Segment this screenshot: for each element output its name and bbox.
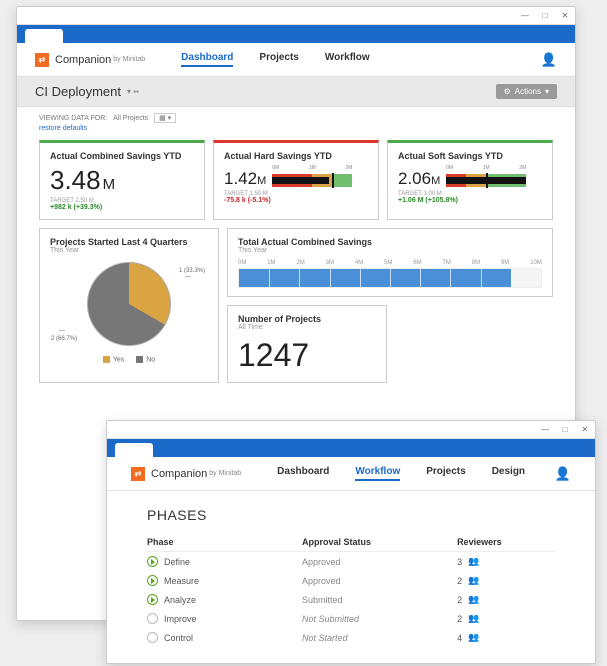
brand-byline: by Minitab bbox=[113, 56, 145, 63]
circle-icon bbox=[147, 632, 158, 643]
total-savings-bar bbox=[238, 268, 542, 288]
reset-filters-link[interactable]: restore defaults bbox=[39, 125, 553, 132]
minimize-icon[interactable]: — bbox=[519, 10, 531, 22]
window-titlebar: — □ ✕ bbox=[107, 421, 595, 439]
close-icon[interactable]: ✕ bbox=[559, 10, 571, 22]
play-icon bbox=[147, 594, 158, 605]
window-titlebar: — □ ✕ bbox=[17, 7, 575, 25]
user-icon[interactable]: 👤 bbox=[541, 52, 557, 68]
brand-byline: by Minitab bbox=[209, 470, 241, 477]
app-header: ⇄ Companion by Minitab Dashboard Workflo… bbox=[107, 457, 595, 491]
phase-name: Control bbox=[164, 633, 193, 643]
reviewer-count: 2 bbox=[457, 576, 462, 586]
circle-icon bbox=[147, 613, 158, 624]
kpi-soft-savings: Actual Soft Savings YTD 2.06M 0M1M2M TAR… bbox=[387, 140, 553, 220]
browser-tabbar bbox=[17, 25, 575, 43]
phase-row[interactable]: Analyze Submitted2 👥 bbox=[147, 590, 555, 609]
phase-name: Define bbox=[164, 557, 190, 567]
nav-dashboard[interactable]: Dashboard bbox=[181, 52, 233, 67]
filter-bar: VIEWING DATA FOR: All Projects ▦ ▾ resto… bbox=[17, 107, 575, 138]
approval-status: Approved bbox=[302, 557, 457, 567]
play-icon bbox=[147, 575, 158, 586]
bar-axis-ticks: 0M1M2M3M4M5M6M7M8M9M10M bbox=[238, 260, 542, 266]
chevron-down-icon: ▾ bbox=[545, 87, 549, 96]
actions-button[interactable]: ⚙ Actions ▾ bbox=[496, 84, 557, 99]
minimize-icon[interactable]: — bbox=[539, 424, 551, 436]
approval-status: Approved bbox=[302, 576, 457, 586]
pie-chart bbox=[87, 262, 171, 346]
project-count: 1247 bbox=[238, 337, 376, 374]
people-icon: 👥 bbox=[468, 632, 479, 643]
browser-tab[interactable] bbox=[115, 443, 153, 457]
workflow-body: PHASES Phase Approval Status Reviewers D… bbox=[107, 491, 595, 663]
primary-nav: Dashboard Projects Workflow bbox=[181, 52, 370, 67]
people-icon: 👥 bbox=[468, 613, 479, 624]
maximize-icon[interactable]: □ bbox=[539, 10, 551, 22]
phase-row[interactable]: Define Approved3 👥 bbox=[147, 552, 555, 571]
app-header: ⇄ Companion by Minitab Dashboard Project… bbox=[17, 43, 575, 77]
phase-row[interactable]: Control Not Started4 👥 bbox=[147, 628, 555, 647]
brand-logo-icon: ⇄ bbox=[35, 53, 49, 67]
total-savings-panel: Total Actual Combined Savings This Year … bbox=[227, 228, 553, 297]
maximize-icon[interactable]: □ bbox=[559, 424, 571, 436]
approval-status: Not Submitted bbox=[302, 614, 457, 624]
nav-workflow[interactable]: Workflow bbox=[325, 52, 370, 67]
kpi-hard-savings: Actual Hard Savings YTD 1.42M 0M1M2M TAR… bbox=[213, 140, 379, 220]
brand-logo-icon: ⇄ bbox=[131, 467, 145, 481]
reviewer-count: 2 bbox=[457, 614, 462, 624]
bullet-chart-hard bbox=[272, 174, 352, 187]
kpi-combined-savings: Actual Combined Savings YTD 3.48M TARGET… bbox=[39, 140, 205, 220]
phase-name: Improve bbox=[164, 614, 197, 624]
user-icon[interactable]: 👤 bbox=[555, 466, 571, 482]
phases-table: Phase Approval Status Reviewers DefineAp… bbox=[147, 533, 555, 647]
phase-name: Measure bbox=[164, 576, 199, 586]
reviewer-count: 4 bbox=[457, 633, 462, 643]
people-icon: 👥 bbox=[468, 575, 479, 586]
close-icon[interactable]: ✕ bbox=[579, 424, 591, 436]
page-subheader: CI Deployment ▾ ▪▪ ⚙ Actions ▾ bbox=[17, 77, 575, 107]
number-projects-panel: Number of Projects All Time 1247 bbox=[227, 305, 387, 383]
pie-legend: Yes No bbox=[50, 356, 208, 363]
play-icon bbox=[147, 556, 158, 567]
brand-name: Companion bbox=[55, 54, 111, 66]
primary-nav: Dashboard Workflow Projects Design bbox=[277, 466, 525, 481]
nav-workflow[interactable]: Workflow bbox=[355, 466, 400, 481]
phase-row[interactable]: Improve Not Submitted2 👥 bbox=[147, 609, 555, 628]
brand-name: Companion bbox=[151, 468, 207, 480]
nav-projects[interactable]: Projects bbox=[426, 466, 465, 481]
browser-tabbar bbox=[107, 439, 595, 457]
reviewer-count: 3 bbox=[457, 557, 462, 567]
workflow-window: — □ ✕ ⇄ Companion by Minitab Dashboard W… bbox=[106, 420, 596, 664]
gear-icon: ⚙ bbox=[504, 87, 511, 96]
people-icon: 👥 bbox=[468, 594, 479, 605]
approval-status: Not Started bbox=[302, 633, 457, 643]
bullet-chart-soft bbox=[446, 174, 526, 187]
title-dropdown-icon[interactable]: ▾ ▪▪ bbox=[127, 87, 139, 96]
nav-projects[interactable]: Projects bbox=[259, 52, 298, 67]
kpi-row: Actual Combined Savings YTD 3.48M TARGET… bbox=[17, 138, 575, 228]
filter-dropdown[interactable]: ▦ ▾ bbox=[154, 113, 176, 123]
nav-design[interactable]: Design bbox=[492, 466, 525, 481]
reviewer-count: 2 bbox=[457, 595, 462, 605]
approval-status: Submitted bbox=[302, 595, 457, 605]
browser-tab[interactable] bbox=[25, 29, 63, 43]
page-title: CI Deployment bbox=[35, 84, 121, 99]
projects-started-panel: Projects Started Last 4 Quarters This Ye… bbox=[39, 228, 219, 383]
phase-row[interactable]: Measure Approved2 👥 bbox=[147, 571, 555, 590]
nav-dashboard[interactable]: Dashboard bbox=[277, 466, 329, 481]
people-icon: 👥 bbox=[468, 556, 479, 567]
phases-heading: PHASES bbox=[147, 507, 555, 523]
phase-name: Analyze bbox=[164, 595, 196, 605]
